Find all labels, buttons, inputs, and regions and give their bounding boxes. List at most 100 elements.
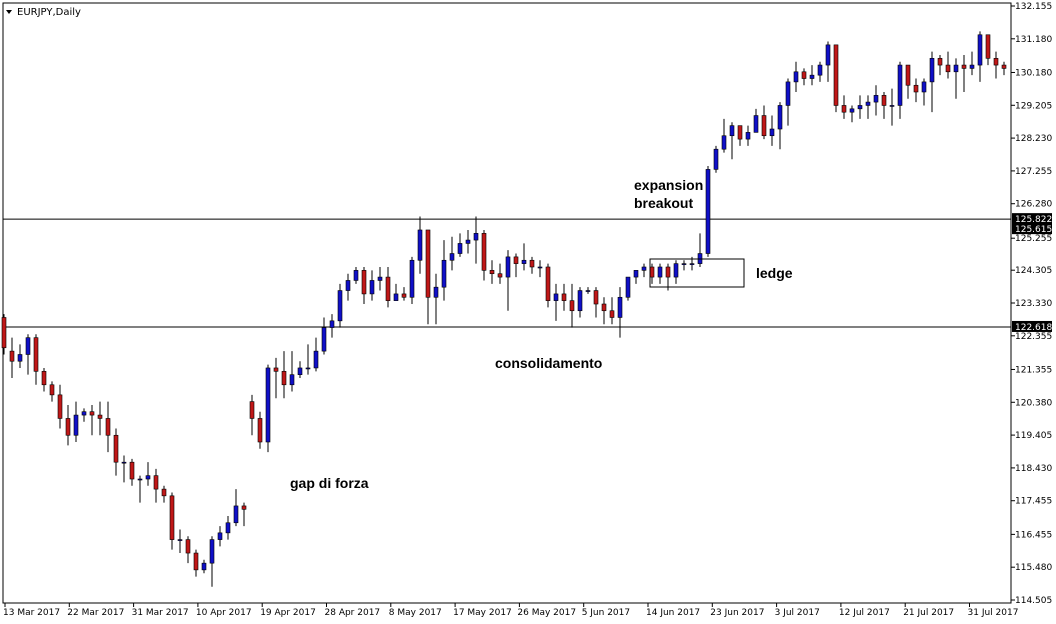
level-price-label-secondary: 125.615 bbox=[1015, 225, 1052, 235]
candle-body-up bbox=[617, 296, 623, 318]
y-tick-label: 116.455 bbox=[1015, 530, 1052, 540]
candle-body-down bbox=[89, 411, 95, 416]
candle-body-up bbox=[745, 132, 751, 140]
candle-body-down bbox=[65, 418, 71, 436]
candle-body-down bbox=[945, 64, 951, 73]
x-tick-label: 19 Apr 2017 bbox=[260, 608, 316, 618]
candle-body-down bbox=[761, 115, 767, 137]
annotation-expansion: expansion bbox=[634, 177, 703, 193]
candle-body-up bbox=[369, 280, 375, 295]
candle-body-up bbox=[417, 229, 423, 261]
candle-body-up bbox=[209, 539, 215, 564]
symbol-label[interactable]: EURJPY,Daily bbox=[17, 7, 81, 18]
candle-body-down bbox=[985, 34, 991, 59]
candle-body-up bbox=[977, 34, 983, 66]
candle-body-up bbox=[345, 280, 351, 291]
candle-body-up bbox=[81, 411, 87, 416]
candle-body-down bbox=[1001, 64, 1007, 69]
candle-body-up bbox=[625, 276, 631, 298]
candle-body-up bbox=[633, 270, 639, 278]
level-price-label: 122.618 bbox=[1015, 323, 1052, 333]
candle-body-up bbox=[681, 263, 687, 265]
candle-body-down bbox=[49, 384, 55, 396]
candle bbox=[265, 364, 271, 453]
candle-body-down bbox=[161, 488, 167, 497]
candle-body-up bbox=[673, 263, 679, 278]
x-tick-label: 12 Jul 2017 bbox=[839, 608, 890, 618]
candle-body-down bbox=[545, 266, 551, 301]
y-tick-label: 131.180 bbox=[1015, 35, 1052, 45]
candle-body-down bbox=[169, 495, 175, 540]
candle-body-up bbox=[825, 44, 831, 66]
candle-body-down bbox=[529, 259, 535, 268]
annotation-breakout: breakout bbox=[634, 195, 693, 211]
candle-body-up bbox=[657, 266, 663, 278]
y-tick-label: 124.305 bbox=[1015, 266, 1052, 276]
x-tick-label: 21 Jul 2017 bbox=[903, 608, 954, 618]
candle-body-up bbox=[145, 475, 151, 480]
x-tick-label: 26 May 2017 bbox=[517, 608, 576, 618]
y-tick-label: 125.255 bbox=[1015, 234, 1052, 244]
candle-body-up bbox=[793, 71, 799, 83]
candle-body-up bbox=[753, 115, 759, 133]
annotation-gap-di-forza: gap di forza bbox=[290, 475, 369, 491]
candle-body-up bbox=[721, 135, 727, 150]
candle-body-up bbox=[329, 320, 335, 328]
candle-body-down bbox=[609, 310, 615, 318]
candle-body-up bbox=[689, 263, 695, 265]
candle-body-up bbox=[921, 81, 927, 93]
candle bbox=[713, 145, 719, 173]
candle-body-down bbox=[905, 64, 911, 86]
candle-body-down bbox=[993, 58, 999, 66]
candle-body-up bbox=[201, 562, 207, 571]
candle-body-down bbox=[241, 505, 247, 510]
candle-body-up bbox=[505, 256, 511, 278]
candle-body-up bbox=[17, 354, 23, 362]
y-tick-label: 120.380 bbox=[1015, 398, 1052, 408]
price-chart[interactable]: 132.155 131.180 130.180 129.205 128.230 127.2… bbox=[0, 0, 1056, 624]
candle-body-up bbox=[521, 259, 527, 264]
candle-body-up bbox=[217, 532, 223, 540]
candle-body-up bbox=[969, 64, 975, 69]
candle-body-down bbox=[961, 64, 967, 69]
x-tick-label: 3 Jul 2017 bbox=[775, 608, 820, 618]
y-tick-label: 118.430 bbox=[1015, 464, 1052, 474]
candle-body-down bbox=[401, 293, 407, 298]
candle-body-up bbox=[337, 290, 343, 322]
candle-body-up bbox=[121, 461, 127, 464]
candle-body-up bbox=[809, 74, 815, 79]
candle-body-up bbox=[457, 243, 463, 254]
candle-body-down bbox=[57, 394, 63, 419]
candle-body-up bbox=[641, 266, 647, 271]
candle-body-up bbox=[929, 58, 935, 83]
candle-body-up bbox=[953, 64, 959, 73]
candle-body-down bbox=[105, 418, 111, 436]
candle-body-down bbox=[185, 539, 191, 554]
x-tick-label: 5 Jun 2017 bbox=[582, 608, 630, 618]
y-tick-label: 117.455 bbox=[1015, 497, 1052, 507]
y-tick-label: 115.480 bbox=[1015, 563, 1052, 573]
y-tick-label: 114.505 bbox=[1015, 596, 1052, 606]
candle-body-up bbox=[777, 105, 783, 130]
candle-body-down bbox=[113, 434, 119, 463]
candle-body-down bbox=[601, 303, 607, 312]
candle-body-down bbox=[593, 290, 599, 305]
x-tick-label: 23 Jun 2017 bbox=[710, 608, 764, 618]
candle-body-down bbox=[497, 273, 503, 278]
candle-body-down bbox=[841, 105, 847, 113]
candle-body-down bbox=[129, 461, 135, 480]
x-tick-label: 22 Mar 2017 bbox=[67, 608, 124, 618]
candle-body-down bbox=[33, 337, 39, 372]
candle-body-down bbox=[41, 371, 47, 386]
candle-body-up bbox=[353, 270, 359, 281]
candle-body-down bbox=[281, 371, 287, 386]
y-tick-label: 128.230 bbox=[1015, 134, 1052, 144]
candle-body-down bbox=[361, 270, 367, 295]
y-tick-label: 127.255 bbox=[1015, 167, 1052, 177]
candle-body-down bbox=[649, 266, 655, 278]
x-tick-label: 31 Jul 2017 bbox=[968, 608, 1019, 618]
candle-body-up bbox=[817, 64, 823, 76]
candle-body-up bbox=[297, 367, 303, 375]
candle-body-down bbox=[881, 95, 887, 106]
candle-body-down bbox=[1, 317, 7, 349]
